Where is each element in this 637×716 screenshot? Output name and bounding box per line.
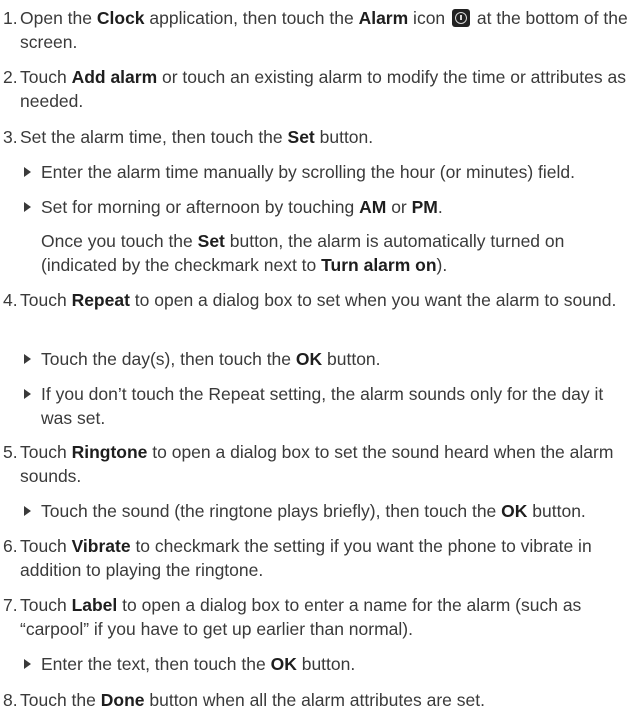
step-text: Touch Vibrate to checkmark the setting i… — [20, 536, 592, 580]
bullet-text: Enter the text, then touch the OK button… — [41, 654, 356, 674]
step-text: Touch Add alarm or touch an existing ala… — [20, 67, 626, 111]
ringtone-label: Ringtone — [71, 442, 148, 462]
clock-app-label: Clock — [96, 8, 145, 28]
step-3: 3. Set the alarm time, then touch the Se… — [3, 125, 633, 149]
bullet-4a: Touch the day(s), then touch the OK butt… — [24, 347, 636, 371]
step-text: Touch the Done button when all the alarm… — [20, 690, 485, 710]
bullet-triangle-icon — [24, 506, 31, 516]
bullet-triangle-icon — [24, 659, 31, 669]
bullet-text: Touch the day(s), then touch the OK butt… — [41, 349, 381, 369]
bullet-triangle-icon — [24, 389, 31, 399]
instructions-page: 1. Open the Clock application, then touc… — [0, 0, 637, 716]
set-button-label: Set — [287, 127, 315, 147]
step-number: 2. — [3, 67, 18, 87]
step-7: 7. Touch Label to open a dialog box to e… — [3, 593, 633, 641]
bullet-triangle-icon — [24, 354, 31, 364]
set-note: Once you touch the Set button, the alarm… — [41, 231, 565, 275]
vibrate-label: Vibrate — [71, 536, 131, 556]
bullet-text: Enter the alarm time manually by scrolli… — [41, 162, 575, 182]
step-text: Touch Repeat to open a dialog box to set… — [20, 290, 617, 310]
am-label: AM — [359, 197, 387, 217]
step-text: Touch Ringtone to open a dialog box to s… — [20, 442, 614, 486]
step-5: 5. Touch Ringtone to open a dialog box t… — [3, 440, 633, 488]
ok-label: OK — [270, 654, 297, 674]
bullet-3b: Set for morning or afternoon by touching… — [24, 195, 636, 219]
turn-alarm-on-label: Turn alarm on — [321, 255, 437, 275]
step-number: 7. — [3, 595, 18, 615]
label-label: Label — [71, 595, 118, 615]
step-text: Set the alarm time, then touch the Set b… — [20, 127, 374, 147]
step-8: 8. Touch the Done button when all the al… — [3, 688, 633, 712]
bullet-7a: Enter the text, then touch the OK button… — [24, 652, 636, 676]
bullet-3a: Enter the alarm time manually by scrolli… — [24, 160, 636, 184]
bullet-triangle-icon — [24, 202, 31, 212]
step-text: Touch Label to open a dialog box to ente… — [20, 595, 582, 639]
alarm-label: Alarm — [358, 8, 409, 28]
ok-label: OK — [295, 349, 323, 369]
done-label: Done — [100, 690, 145, 710]
bullet-text: If you don’t touch the Repeat setting, t… — [41, 384, 604, 428]
add-alarm-label: Add alarm — [71, 67, 158, 87]
step-number: 3. — [3, 127, 18, 147]
bullet-5a: Touch the sound (the ringtone plays brie… — [24, 499, 636, 523]
step-number: 6. — [3, 536, 18, 556]
bullet-text: Touch the sound (the ringtone plays brie… — [41, 501, 586, 521]
step-number: 8. — [3, 690, 18, 710]
bullet-4b: If you don’t touch the Repeat setting, t… — [24, 382, 636, 430]
step-number: 1. — [3, 8, 18, 28]
step-4: 4. Touch Repeat to open a dialog box to … — [3, 288, 633, 312]
step-1: 1. Open the Clock application, then touc… — [3, 6, 633, 54]
pm-label: PM — [411, 197, 438, 217]
step-number: 4. — [3, 290, 18, 310]
repeat-label: Repeat — [71, 290, 130, 310]
step-6: 6. Touch Vibrate to checkmark the settin… — [3, 534, 633, 582]
step-text: Open the Clock application, then touch t… — [20, 8, 628, 52]
bullet-text: Set for morning or afternoon by touching… — [41, 197, 443, 217]
step-2: 2. Touch Add alarm or touch an existing … — [3, 65, 633, 113]
ok-label: OK — [501, 501, 528, 521]
alarm-clock-icon — [452, 9, 471, 27]
set-label: Set — [197, 231, 225, 251]
step-number: 5. — [3, 442, 18, 462]
bullet-triangle-icon — [24, 167, 31, 177]
